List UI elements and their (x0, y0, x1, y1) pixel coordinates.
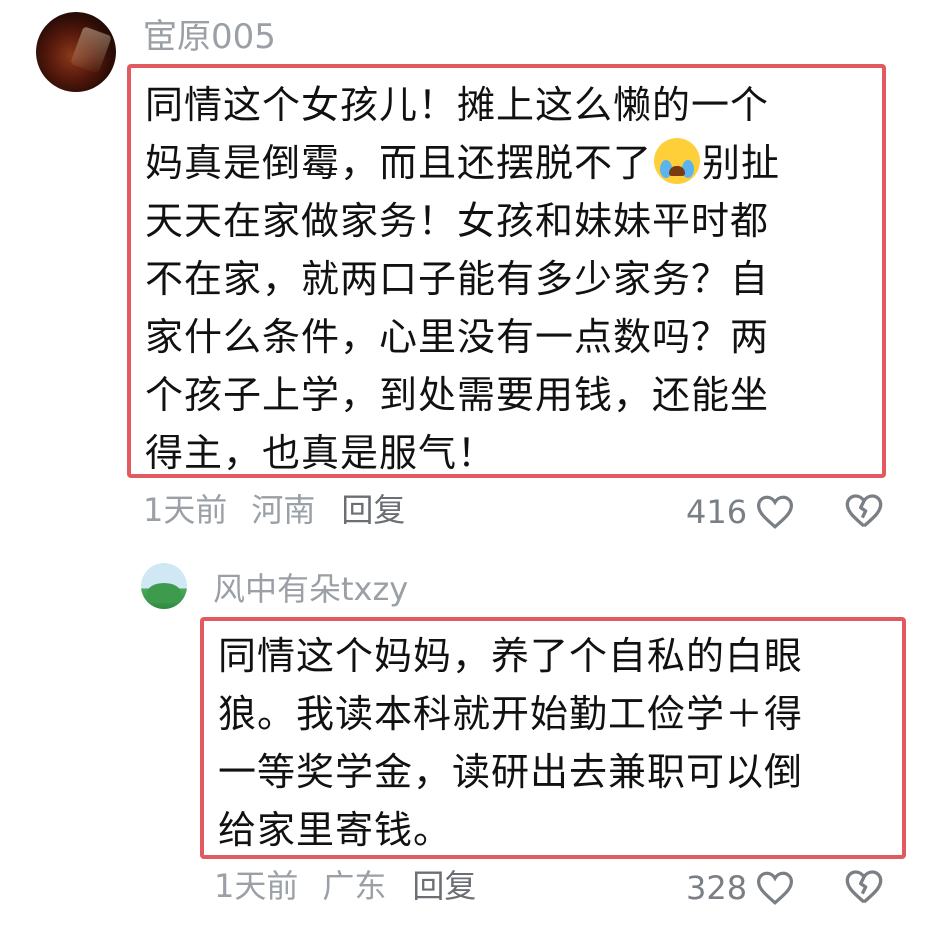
reply-line: 狼。我读本科就开始勤工俭学＋得 (218, 692, 804, 736)
reply-button[interactable]: 回复 (341, 491, 405, 529)
comment-username[interactable]: 宦原005 (143, 20, 276, 54)
reply-avatar[interactable] (141, 563, 187, 609)
reply-text: 同情这个妈妈，养了个自私的白眼 狼。我读本科就开始勤工俭学＋得 一等奖学金，读研… (200, 617, 906, 859)
comment-line: 天天在家做家务！女孩和妹妹平时都 (145, 199, 770, 243)
comment-line: 得主，也真是服气！ (145, 431, 497, 475)
reply-line: 一等奖学金，读研出去兼职可以倒 (218, 750, 804, 794)
reply-time: 1天前 (214, 867, 299, 905)
reply-meta: 1天前 广东 回复 (214, 870, 476, 902)
crying-face-icon (654, 138, 701, 184)
comment-meta: 1天前 河南 回复 (143, 494, 405, 526)
comment-text: 同情这个女孩儿！摊上这么懒的一个 妈真是倒霉，而且还摆脱不了 别扯 天天在家做家务… (127, 64, 886, 478)
broken-heart-icon[interactable] (844, 868, 884, 906)
like-count: 416 (686, 493, 748, 531)
comment-line: 家什么条件，心里没有一点数吗？两 (145, 315, 770, 359)
comment-region: 河南 (251, 491, 316, 529)
comment-line: 个孩子上学，到处需要用钱，还能坐 (145, 373, 770, 417)
avatar[interactable] (36, 12, 116, 92)
comment-time: 1天前 (143, 491, 228, 529)
reply-like-count: 328 (686, 869, 748, 907)
reply-line: 给家里寄钱。 (218, 808, 453, 852)
broken-heart-icon[interactable] (844, 492, 884, 530)
comment-line: 不在家，就两口子能有多少家务？自 (145, 257, 770, 301)
reply-like-button[interactable]: 328 (686, 870, 795, 906)
comment-line: 妈真是倒霉，而且还摆脱不了 别扯 (145, 134, 868, 192)
heart-icon (757, 495, 794, 529)
reply-username[interactable]: 风中有朵txzy (213, 573, 408, 605)
reply-region: 广东 (322, 867, 387, 905)
reply-reply-button[interactable]: 回复 (412, 867, 476, 905)
like-button[interactable]: 416 (686, 494, 795, 530)
heart-icon (757, 871, 794, 905)
comment-line: 同情这个女孩儿！摊上这么懒的一个 (145, 83, 770, 127)
reply-line: 同情这个妈妈，养了个自私的白眼 (218, 634, 804, 678)
